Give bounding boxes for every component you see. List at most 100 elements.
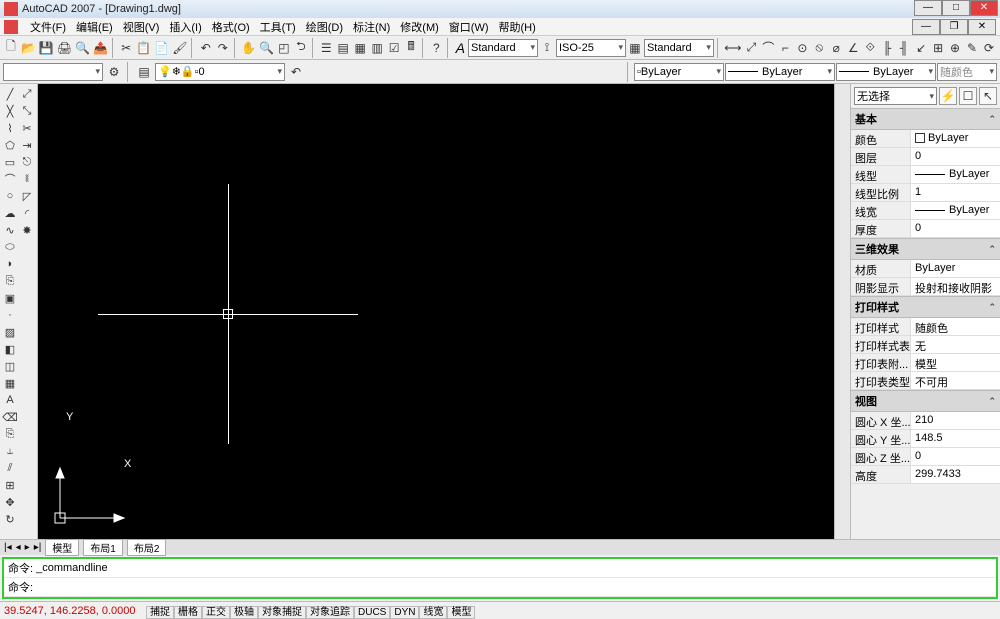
revcloud-tool[interactable]: ☁ bbox=[2, 205, 18, 221]
coordinates-display[interactable]: 39.5247, 146.2258, 0.0000 bbox=[4, 605, 144, 617]
properties-button[interactable]: ☰ bbox=[318, 38, 334, 58]
property-value[interactable]: 1 bbox=[911, 184, 1000, 201]
status-toggle-正交[interactable]: 正交 bbox=[202, 606, 230, 619]
dim-quick-button[interactable]: ⟐ bbox=[862, 38, 878, 58]
polygon-tool[interactable]: ⬠ bbox=[2, 137, 18, 153]
tab-model[interactable]: 模型 bbox=[45, 539, 79, 556]
property-value[interactable]: 0 bbox=[911, 148, 1000, 165]
scale-tool[interactable]: ⤢ bbox=[19, 86, 35, 102]
tab-nav-last[interactable]: ▸| bbox=[34, 542, 42, 553]
status-toggle-极轴[interactable]: 极轴 bbox=[230, 606, 258, 619]
table-tool[interactable]: ▦ bbox=[2, 375, 18, 391]
property-value[interactable]: ByLayer bbox=[911, 130, 1000, 147]
save-button[interactable]: 💾 bbox=[38, 38, 55, 58]
status-toggle-捕捉[interactable]: 捕捉 bbox=[146, 606, 174, 619]
dim-center-button[interactable]: ⊕ bbox=[947, 38, 963, 58]
dim-arc-button[interactable]: ⌒ bbox=[760, 38, 776, 58]
line-tool[interactable]: ╱ bbox=[2, 86, 18, 102]
dim-update-button[interactable]: ⟳ bbox=[981, 38, 997, 58]
xline-tool[interactable]: ╳ bbox=[2, 103, 18, 119]
dim-angular-button[interactable]: ∠ bbox=[845, 38, 861, 58]
property-value[interactable]: 299.7433 bbox=[911, 466, 1000, 483]
status-toggle-对象追踪[interactable]: 对象追踪 bbox=[306, 606, 354, 619]
lineweight-combo[interactable]: ByLayer bbox=[836, 63, 936, 81]
doc-restore-button[interactable]: ❐ bbox=[940, 19, 968, 35]
property-value[interactable]: 148.5 bbox=[911, 430, 1000, 447]
property-value[interactable]: ByLayer bbox=[911, 260, 1000, 277]
dim-jogged-button[interactable]: ⦸ bbox=[811, 38, 827, 58]
dim-diameter-button[interactable]: ⌀ bbox=[828, 38, 844, 58]
dim-ordinate-button[interactable]: ⌐ bbox=[777, 38, 793, 58]
help-button[interactable]: ? bbox=[428, 38, 444, 58]
status-toggle-栅格[interactable]: 栅格 bbox=[174, 606, 202, 619]
menu-view[interactable]: 视图(V) bbox=[119, 19, 164, 35]
zoom-win-button[interactable]: ◰ bbox=[276, 38, 292, 58]
tab-nav-first[interactable]: |◂ bbox=[4, 542, 12, 553]
move-tool[interactable]: ✥ bbox=[2, 494, 18, 510]
tab-nav-prev[interactable]: ◂ bbox=[16, 542, 21, 553]
point-tool[interactable]: · bbox=[2, 307, 18, 323]
property-value[interactable]: 不可用 bbox=[911, 372, 1000, 389]
copy-tool[interactable]: ⎘ bbox=[2, 426, 18, 442]
doc-minimize-button[interactable]: — bbox=[912, 19, 940, 35]
linetype-combo[interactable]: ByLayer bbox=[725, 63, 835, 81]
menu-tools[interactable]: 工具(T) bbox=[256, 19, 300, 35]
property-value[interactable]: 模型 bbox=[911, 354, 1000, 371]
workspace-settings-button[interactable]: ⚙ bbox=[104, 62, 124, 82]
property-value[interactable]: 0 bbox=[911, 448, 1000, 465]
drawing-canvas[interactable]: Y X bbox=[38, 84, 834, 539]
doc-close-button[interactable]: ✕ bbox=[968, 19, 996, 35]
paste-button[interactable]: 📄 bbox=[153, 38, 170, 58]
tab-nav-next[interactable]: ▸ bbox=[25, 542, 30, 553]
zoom-prev-button[interactable]: ⮌ bbox=[293, 38, 309, 58]
dim-edit-button[interactable]: ✎ bbox=[964, 38, 980, 58]
color-combo[interactable]: ▫ ByLayer bbox=[634, 63, 724, 81]
print-button[interactable]: 🖨 bbox=[56, 38, 73, 58]
array-tool[interactable]: ⊞ bbox=[2, 477, 18, 493]
property-value[interactable]: ByLayer bbox=[911, 202, 1000, 219]
break-tool[interactable]: ⎋ bbox=[19, 154, 35, 170]
dim-linear-button[interactable]: ⟷ bbox=[723, 38, 742, 58]
selectobj-button[interactable]: ↖ bbox=[979, 87, 997, 105]
dim-tolerance-button[interactable]: ⊞ bbox=[930, 38, 946, 58]
status-toggle-模型[interactable]: 模型 bbox=[447, 606, 475, 619]
menu-dim[interactable]: 标注(N) bbox=[349, 19, 394, 35]
zoom-rt-button[interactable]: 🔍 bbox=[258, 38, 275, 58]
menu-file[interactable]: 文件(F) bbox=[26, 19, 70, 35]
menu-modify[interactable]: 修改(M) bbox=[396, 19, 443, 35]
section-view[interactable]: 视图⌃ bbox=[851, 390, 1000, 412]
extend-tool[interactable]: ⇥ bbox=[19, 137, 35, 153]
vertical-scrollbar[interactable] bbox=[834, 84, 850, 539]
region-tool[interactable]: ◫ bbox=[2, 358, 18, 374]
sheetset-button[interactable]: ▥ bbox=[369, 38, 385, 58]
calc-button[interactable]: 🖩 bbox=[403, 38, 419, 58]
menu-format[interactable]: 格式(O) bbox=[208, 19, 254, 35]
layer-prev-button[interactable]: ↶ bbox=[286, 62, 306, 82]
status-toggle-DYN[interactable]: DYN bbox=[390, 606, 419, 619]
stretch-tool[interactable]: ⤡ bbox=[19, 103, 35, 119]
preview-button[interactable]: 🔍 bbox=[74, 38, 91, 58]
layer-manager-button[interactable]: ▤ bbox=[134, 62, 154, 82]
trim-tool[interactable]: ✂ bbox=[19, 120, 35, 136]
dim-radius-button[interactable]: ⊙ bbox=[794, 38, 810, 58]
dim-continue-button[interactable]: ╢ bbox=[896, 38, 912, 58]
dim-leader-button[interactable]: ↙ bbox=[913, 38, 929, 58]
command-input[interactable] bbox=[33, 581, 992, 593]
publish-button[interactable]: 📤 bbox=[92, 38, 109, 58]
gradient-tool[interactable]: ◧ bbox=[2, 341, 18, 357]
undo-button[interactable]: ↶ bbox=[198, 38, 214, 58]
match-button[interactable]: 🖌 bbox=[171, 38, 188, 58]
menu-window[interactable]: 窗口(W) bbox=[445, 19, 493, 35]
status-toggle-DUCS[interactable]: DUCS bbox=[354, 606, 390, 619]
explode-tool[interactable]: ✸ bbox=[19, 222, 35, 238]
text-style-combo[interactable]: Standard bbox=[468, 39, 538, 57]
property-value[interactable]: ByLayer bbox=[911, 166, 1000, 183]
minimize-button[interactable]: — bbox=[914, 0, 942, 16]
ellipsearc-tool[interactable]: ◗ bbox=[2, 256, 18, 272]
workspace-combo[interactable] bbox=[3, 63, 103, 81]
rotate-tool[interactable]: ↻ bbox=[2, 511, 18, 527]
menu-draw[interactable]: 绘图(D) bbox=[302, 19, 347, 35]
cut-button[interactable]: ✂ bbox=[118, 38, 134, 58]
quickselect-button[interactable]: ⚡ bbox=[939, 87, 957, 105]
fillet-tool[interactable]: ◜ bbox=[19, 205, 35, 221]
